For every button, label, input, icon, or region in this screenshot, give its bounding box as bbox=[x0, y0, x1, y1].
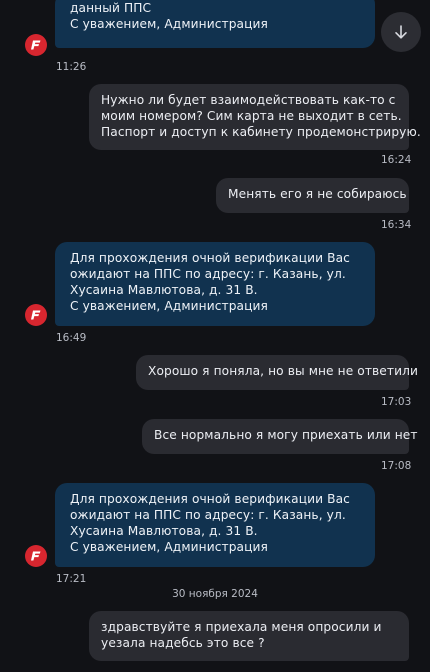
date-separator: 30 ноября 2024 bbox=[172, 588, 258, 600]
message-line: моим номером? Сим карта не выходит в сет… bbox=[101, 109, 402, 123]
scroll-to-bottom-button[interactable] bbox=[381, 12, 421, 52]
message-line: Для прохождения очной верификации Вас bbox=[70, 492, 350, 506]
message-line: Хусаина Мавлютова, д. 31 В. bbox=[70, 524, 258, 538]
outgoing-message: Хорошо я поняла, но вы мне не ответили bbox=[136, 355, 419, 390]
f-logo-icon bbox=[31, 551, 41, 561]
message-time: 17:03 bbox=[381, 396, 412, 408]
f-logo-icon bbox=[31, 40, 41, 50]
message-line: Все нормально я могу приехать или нет bbox=[154, 428, 418, 442]
message-time: 16:34 bbox=[381, 219, 412, 231]
sender-avatar[interactable] bbox=[25, 545, 47, 567]
message-line: Хусаина Мавлютова, д. 31 В. bbox=[70, 283, 258, 297]
message-line: Для прохождения очной верификации Вас bbox=[70, 251, 350, 265]
message-line: С уважением, Администрация bbox=[70, 299, 268, 313]
sender-avatar[interactable] bbox=[25, 34, 47, 56]
message-time: 11:26 bbox=[56, 61, 87, 73]
message-time: 16:24 bbox=[381, 154, 412, 166]
message-line: уезала надебсь это все ? bbox=[101, 636, 265, 650]
message-line: Менять его я не собираюсь bbox=[228, 187, 407, 201]
sender-avatar[interactable] bbox=[25, 304, 47, 326]
message-line: ожидают на ППС по адресу: г. Казань, ул. bbox=[70, 267, 346, 281]
message-line: ожидают на ППС по адресу: г. Казань, ул. bbox=[70, 508, 346, 522]
outgoing-message: Нужно ли будет взаимодействовать как-то … bbox=[89, 84, 421, 150]
message-line: здравствуйте я приехала меня опросили и bbox=[101, 620, 382, 634]
outgoing-message: Менять его я не собираюсь bbox=[216, 178, 409, 213]
message-time: 16:49 bbox=[56, 332, 87, 344]
message-line: Нужно ли будет взаимодействовать как-то … bbox=[101, 93, 396, 107]
message-line: С уважением, Администрация bbox=[70, 540, 268, 554]
arrow-down-icon bbox=[395, 25, 407, 39]
incoming-message: Для прохождения очной верификации Вас ож… bbox=[55, 242, 375, 326]
incoming-message: Для прохождения очной верификации Вас ож… bbox=[55, 483, 375, 567]
incoming-message: данный ППС С уважением, Администрация bbox=[55, 0, 375, 48]
message-line: данный ППС bbox=[70, 1, 152, 15]
f-logo-icon bbox=[31, 310, 41, 320]
outgoing-message: здравствуйте я приехала меня опросили и … bbox=[89, 611, 409, 661]
message-line: Паспорт и доступ к кабинету продемонстри… bbox=[101, 125, 421, 139]
chat-history[interactable]: данный ППС С уважением, Администрация 11… bbox=[0, 0, 430, 672]
message-line: С уважением, Администрация bbox=[70, 17, 268, 31]
message-time: 17:21 bbox=[56, 573, 87, 585]
outgoing-message: Все нормально я могу приехать или нет bbox=[142, 419, 418, 454]
message-line: Хорошо я поняла, но вы мне не ответили bbox=[148, 364, 419, 378]
message-time: 17:08 bbox=[381, 460, 412, 472]
